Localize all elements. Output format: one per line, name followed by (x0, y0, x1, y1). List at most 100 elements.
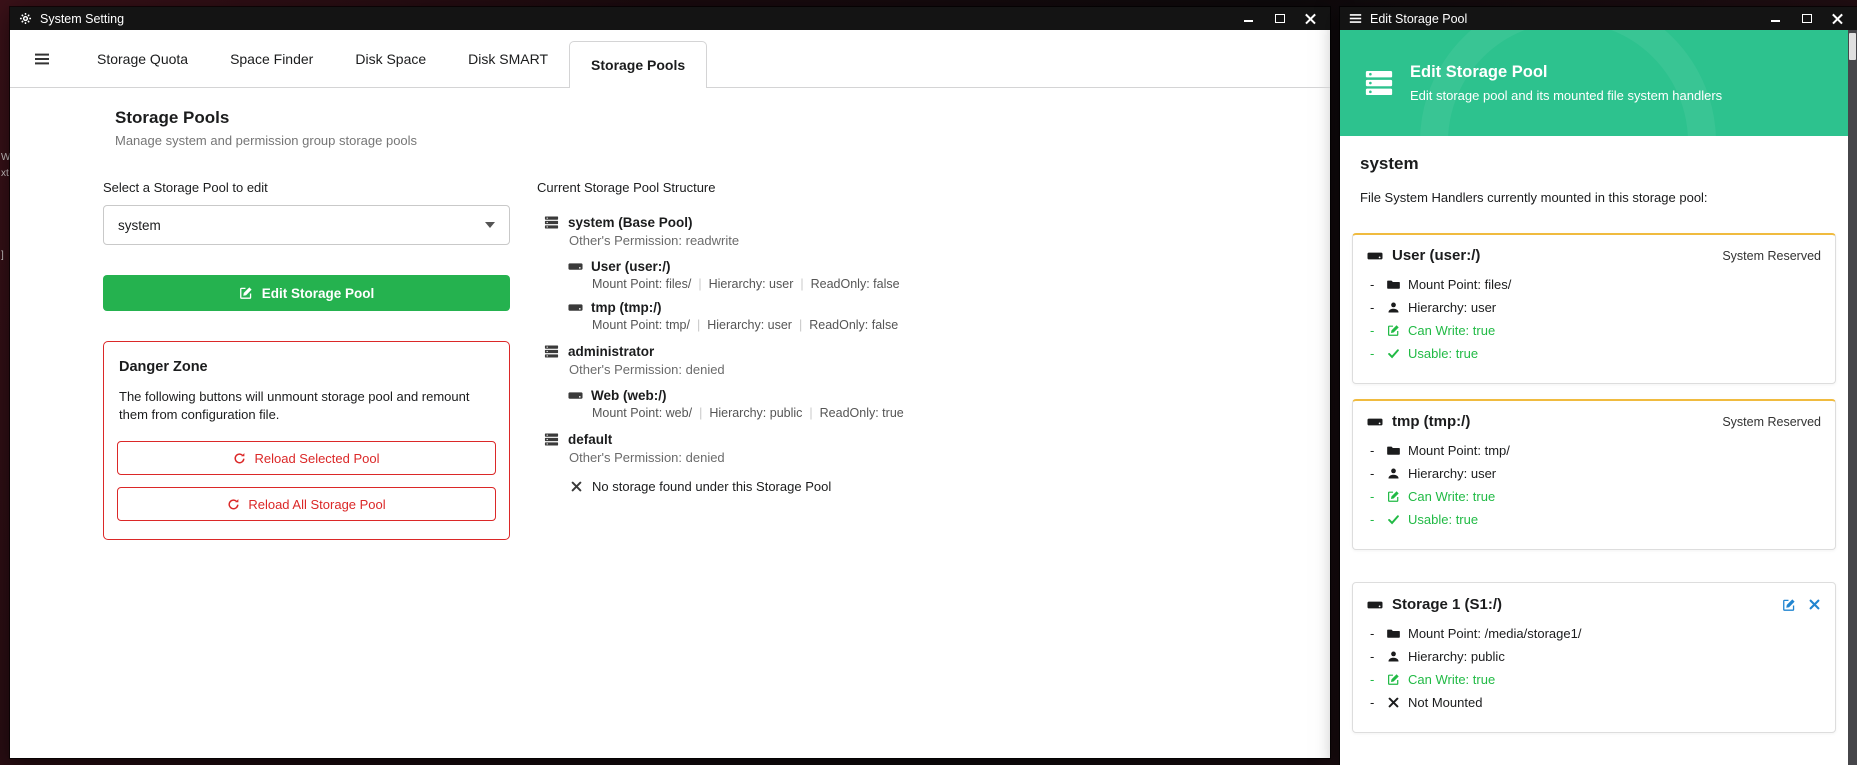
selected-pool-value: system (118, 218, 161, 233)
pool-entry: administrator Other's Permission: denied… (537, 344, 1217, 420)
tab-storage-pools[interactable]: Storage Pools (569, 41, 707, 88)
separator: | (699, 406, 702, 420)
desktop-label-fragment: ] (1, 250, 4, 261)
cross-icon (1387, 696, 1400, 709)
user-icon (1387, 650, 1400, 663)
handler-detail-row: - Mount Point: files/ (1367, 277, 1821, 292)
select-pool-label: Select a Storage Pool to edit (103, 180, 510, 195)
tab-space-finder[interactable]: Space Finder (209, 30, 334, 88)
system-reserved-badge: System Reserved (1722, 415, 1821, 429)
server-icon (544, 344, 559, 359)
remove-handler-icon[interactable] (1808, 598, 1821, 611)
banner-subtitle: Edit storage pool and its mounted file s… (1410, 88, 1722, 103)
pool-name: system (Base Pool) (568, 215, 693, 230)
disk-icon (568, 259, 583, 274)
disk-icon (1367, 248, 1383, 264)
storage-pool-select[interactable]: system (103, 205, 510, 245)
handler-name: Storage 1 (S1:/) (1392, 596, 1502, 613)
minimize-icon[interactable] (1242, 12, 1255, 25)
edit-icon (1387, 673, 1400, 686)
handler-detail-row: - Usable: true (1367, 512, 1821, 527)
handlers-description: File System Handlers currently mounted i… (1352, 190, 1836, 205)
handler-detail-row: - Can Write: true (1367, 323, 1821, 338)
handler-details: Mount Point: web/|Hierarchy: public|Read… (537, 406, 1217, 420)
separator: | (799, 318, 802, 332)
scrollbar-thumb[interactable] (1849, 33, 1856, 60)
close-icon[interactable] (1304, 12, 1317, 25)
pool-permission: Other's Permission: readwrite (537, 233, 1217, 248)
handler-details: Mount Point: files/|Hierarchy: user|Read… (537, 277, 1217, 291)
refresh-icon (227, 498, 240, 511)
edit-pool-banner: Edit Storage Pool Edit storage pool and … (1340, 30, 1848, 136)
banner-title: Edit Storage Pool (1410, 63, 1722, 82)
fs-handler-entry: User (user:/) Mount Point: files/|Hierar… (537, 259, 1217, 291)
folder-icon (1387, 278, 1400, 291)
page-title: Storage Pools (115, 108, 417, 128)
handler-detail-row: - Hierarchy: user (1367, 466, 1821, 481)
reload-all-pool-label: Reload All Storage Pool (248, 497, 385, 512)
menu-icon[interactable] (34, 51, 50, 67)
minimize-icon[interactable] (1769, 12, 1782, 25)
reload-all-pool-button[interactable]: Reload All Storage Pool (117, 487, 496, 521)
titlebar[interactable]: Edit Storage Pool (1340, 7, 1857, 30)
separator: | (698, 277, 701, 291)
edit-handler-icon[interactable] (1782, 598, 1796, 612)
close-icon[interactable] (1831, 12, 1844, 25)
disk-icon (568, 388, 583, 403)
pool-name: administrator (568, 344, 654, 359)
fs-handler-card: User (user:/) System Reserved - Mount Po… (1352, 233, 1836, 384)
handler-name: tmp (tmp:/) (591, 300, 661, 315)
pool-entry: default Other's Permission: denied No st… (537, 432, 1217, 494)
folder-icon (1387, 444, 1400, 457)
maximize-icon[interactable] (1273, 12, 1286, 25)
fs-handler-card: tmp (tmp:/) System Reserved - Mount Poin… (1352, 399, 1836, 550)
check-icon (1387, 513, 1400, 526)
folder-icon (1387, 627, 1400, 640)
maximize-icon[interactable] (1800, 12, 1813, 25)
tab-bar: Storage Quota Space Finder Disk Space Di… (10, 30, 1330, 88)
tab-storage-quota[interactable]: Storage Quota (76, 30, 209, 88)
edit-icon (239, 286, 253, 300)
pool-permission: Other's Permission: denied (537, 450, 1217, 465)
server-icon (544, 215, 559, 230)
handler-name: User (user:/) (591, 259, 671, 274)
handler-detail-row: - Hierarchy: public (1367, 649, 1821, 664)
server-icon (1364, 68, 1394, 98)
disk-icon (1367, 597, 1383, 613)
tab-disk-space[interactable]: Disk Space (334, 30, 447, 88)
handler-name: tmp (tmp:/) (1392, 413, 1470, 430)
separator: | (697, 318, 700, 332)
disk-icon (1367, 414, 1383, 430)
danger-zone-description: The following buttons will unmount stora… (117, 388, 471, 424)
handler-detail-row: - Can Write: true (1367, 672, 1821, 687)
titlebar[interactable]: System Setting (10, 7, 1330, 30)
user-icon (1387, 301, 1400, 314)
edit-icon (1387, 490, 1400, 503)
scrollbar[interactable] (1848, 30, 1857, 765)
menu-icon[interactable] (1349, 12, 1362, 25)
handler-detail-row: - Usable: true (1367, 346, 1821, 361)
fs-handler-card: Storage 1 (S1:/) - Mount Point (1352, 582, 1836, 733)
fs-handler-entry: Web (web:/) Mount Point: web/|Hierarchy:… (537, 388, 1217, 420)
handler-detail-row: - Not Mounted (1367, 695, 1821, 710)
edit-storage-pool-label: Edit Storage Pool (262, 286, 375, 301)
handler-name: Web (web:/) (591, 388, 667, 403)
reload-selected-pool-label: Reload Selected Pool (254, 451, 379, 466)
pool-permission: Other's Permission: denied (537, 362, 1217, 377)
separator: | (809, 406, 812, 420)
check-icon (1387, 347, 1400, 360)
server-icon (544, 432, 559, 447)
edit-storage-pool-button[interactable]: Edit Storage Pool (103, 275, 510, 311)
fs-handler-entry: tmp (tmp:/) Mount Point: tmp/|Hierarchy:… (537, 300, 1217, 332)
tab-disk-smart[interactable]: Disk SMART (447, 30, 569, 88)
structure-title: Current Storage Pool Structure (537, 180, 1217, 195)
storage-pools-page: Storage Pools Manage system and permissi… (10, 88, 1330, 758)
handler-detail-row: - Can Write: true (1367, 489, 1821, 504)
handler-details: Mount Point: tmp/|Hierarchy: user|ReadOn… (537, 318, 1217, 332)
page-subtitle: Manage system and permission group stora… (115, 133, 417, 148)
edit-storage-pool-window: Edit Storage Pool Edit Storage Pool Edit… (1340, 7, 1857, 765)
handler-detail-row: - Mount Point: /media/storage1/ (1367, 626, 1821, 641)
desktop-label-fragment: xt (1, 168, 9, 179)
window-title: System Setting (40, 12, 124, 26)
reload-selected-pool-button[interactable]: Reload Selected Pool (117, 441, 496, 475)
